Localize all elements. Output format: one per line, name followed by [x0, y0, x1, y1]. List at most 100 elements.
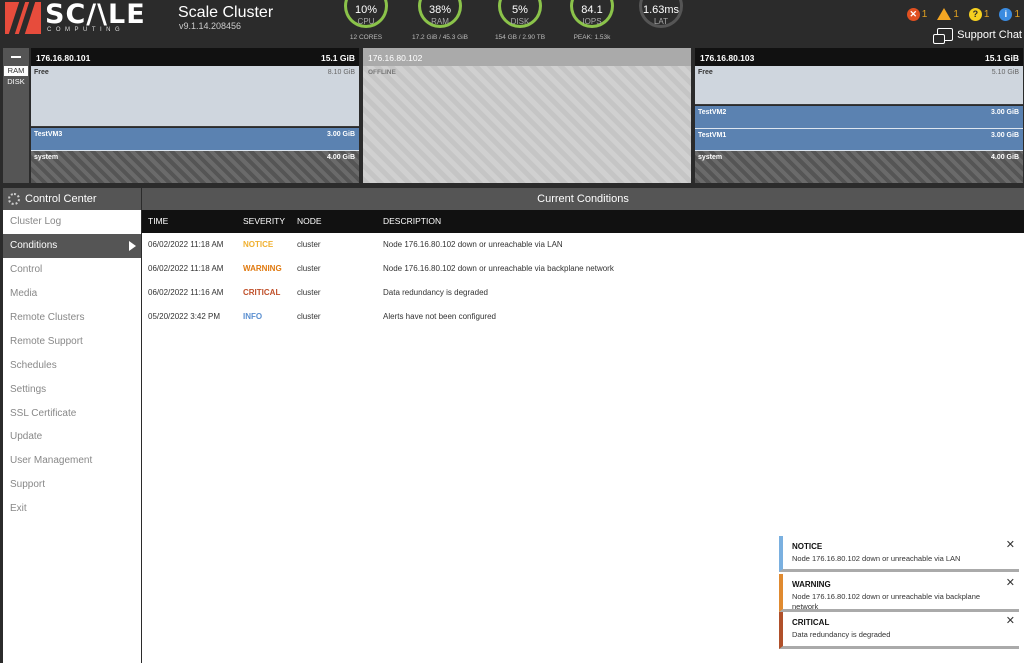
row-node: cluster — [297, 240, 321, 249]
node-panel-103[interactable]: 176.16.80.103 15.1 GiB Free 5.10 GiB Tes… — [695, 48, 1023, 183]
gauge-sub: 12 CORES — [349, 34, 383, 41]
toast-message: Node 176.16.80.102 down or unreachable v… — [792, 554, 961, 563]
warning-count: 1 — [953, 8, 959, 20]
node-header: 176.16.80.101 15.1 GiB — [31, 48, 359, 66]
node-ip: 176.16.80.101 — [36, 53, 91, 63]
offline-label: OFFLINE — [368, 69, 396, 76]
segment-name: system — [698, 154, 723, 161]
disk-toggle[interactable]: DISK — [4, 77, 28, 87]
info-icon: i — [999, 7, 1013, 21]
row-node: cluster — [297, 312, 321, 321]
gear-icon — [8, 193, 20, 205]
vm-segment[interactable]: TestVM2 3.00 GiB — [695, 106, 1023, 129]
column-header-severity[interactable]: SEVERITY — [243, 210, 285, 233]
sidebar-nav: Cluster Log Conditions Control Media Remote … — [3, 210, 141, 521]
table-row[interactable]: 06/02/2022 11:18 AM NOTICE cluster Node 176… — [142, 233, 1024, 257]
node-memory-map: Free 8.10 GiB TestVM3 3.00 GiB system 4.… — [31, 66, 359, 183]
collapse-icon[interactable] — [11, 56, 21, 58]
cluster-name: Scale Cluster — [178, 4, 274, 21]
node-panel-102[interactable]: 176.16.80.102 OFFLINE — [363, 48, 691, 183]
free-segment: Free 5.10 GiB — [695, 66, 1023, 105]
sidebar-item-conditions[interactable]: Conditions — [3, 233, 141, 258]
vm-segment[interactable]: TestVM3 3.00 GiB — [31, 128, 359, 151]
sidebar-item-settings[interactable]: Settings — [3, 377, 141, 401]
ram-gauge: 38% RAM 17.2 GiB / 45.3 GiB — [412, 0, 468, 46]
critical-x-icon: ✕ — [906, 7, 920, 21]
row-description: Alerts have not been configured — [383, 312, 496, 321]
sidebar-item-schedules[interactable]: Schedules — [3, 353, 141, 377]
table-header: TIME SEVERITY NODE DESCRIPTION — [142, 210, 1024, 233]
gauge-label: DISK — [510, 17, 530, 26]
info-alerts-button[interactable]: i 1 — [999, 6, 1020, 22]
toast-title: NOTICE — [792, 542, 823, 551]
sidebar-item-ssl-certificate[interactable]: SSL Certificate — [3, 401, 141, 425]
node-panel-101[interactable]: 176.16.80.101 15.1 GiB Free 8.10 GiB Tes… — [31, 48, 359, 183]
panel-title: Current Conditions — [142, 188, 1024, 210]
free-segment: Free 8.10 GiB — [31, 66, 359, 127]
support-chat-button[interactable]: Support Chat — [933, 28, 1022, 44]
toast-notice[interactable]: NOTICE Node 176.16.80.102 down or unreac… — [779, 536, 1019, 572]
latency-gauge: 1.63ms LAT — [634, 0, 688, 46]
segment-name: Free — [34, 69, 49, 76]
ram-toggle[interactable]: RAM — [4, 66, 28, 76]
segment-name: system — [34, 154, 59, 161]
warning-alerts-button[interactable]: 1 — [937, 6, 959, 22]
alert-counts: ✕ 1 1 ? 1 i 1 — [906, 6, 1020, 22]
gauge-value: 10% — [354, 4, 378, 16]
node-ip: 176.16.80.103 — [700, 53, 755, 63]
column-header-node[interactable]: NODE — [297, 210, 322, 233]
table-row[interactable]: 05/20/2022 3:42 PM INFO cluster Alerts have… — [142, 305, 1024, 329]
iops-gauge: 84.1 IOPS PEAK: 1.53k — [565, 0, 619, 46]
row-node: cluster — [297, 288, 321, 297]
row-time: 06/02/2022 11:18 AM — [148, 264, 224, 273]
question-count: 1 — [983, 8, 990, 20]
sidebar-item-exit[interactable]: Exit — [3, 497, 141, 521]
table-row[interactable]: 06/02/2022 11:18 AM WARNING cluster Node 17… — [142, 257, 1024, 281]
node-header: 176.16.80.102 — [363, 48, 691, 66]
row-severity: WARNING — [243, 264, 282, 273]
close-icon[interactable]: ✕ — [1006, 576, 1015, 589]
sidebar-title: Control Center — [25, 193, 97, 205]
node-header: 176.16.80.103 15.1 GiB — [695, 48, 1023, 66]
toast-critical[interactable]: CRITICAL Data redundancy is degraded ✕ — [779, 612, 1019, 649]
node-ip: 176.16.80.102 — [368, 53, 423, 63]
sidebar-item-cluster-log[interactable]: Cluster Log — [3, 210, 141, 234]
gauge-value: 38% — [428, 4, 452, 16]
gauge-value: 1.63ms — [642, 4, 680, 16]
node-memory: 15.1 GiB — [320, 53, 355, 63]
node-memory-map: Free 5.10 GiB TestVM2 3.00 GiB TestVM1 3… — [695, 66, 1023, 183]
sidebar-item-support[interactable]: Support — [3, 473, 141, 497]
segment-size: 4.00 GiB — [326, 154, 355, 161]
vm-segment[interactable]: TestVM1 3.00 GiB — [695, 129, 1023, 151]
close-icon[interactable]: ✕ — [1006, 538, 1015, 551]
toast-message: Node 176.16.80.102 down or unreachable v… — [792, 592, 981, 611]
row-severity: NOTICE — [243, 240, 274, 249]
top-bar: SC/\LE COMPUTING Scale Cluster v9.1.14.2… — [0, 0, 1024, 46]
toast-warning[interactable]: WARNING Node 176.16.80.102 down or unrea… — [779, 574, 1019, 612]
sidebar-item-user-management[interactable]: User Management — [3, 449, 141, 473]
column-header-time[interactable]: TIME — [148, 210, 168, 233]
disk-gauge: 5% DISK 154 GB / 2.90 TB — [493, 0, 547, 46]
sidebar-item-control[interactable]: Control — [3, 258, 141, 282]
sidebar-item-update[interactable]: Update — [3, 425, 141, 449]
system-segment: system 4.00 GiB — [31, 151, 359, 183]
system-segment: system 4.00 GiB — [695, 151, 1023, 183]
row-time: 06/02/2022 11:18 AM — [148, 240, 224, 249]
sidebar-item-media[interactable]: Media — [3, 282, 141, 306]
cluster-version: v9.1.14.208456 — [179, 21, 242, 31]
critical-alerts-button[interactable]: ✕ 1 — [906, 6, 927, 22]
question-alerts-button[interactable]: ? 1 — [968, 6, 990, 22]
segment-size: 3.00 GiB — [990, 109, 1019, 116]
logo-subtitle: COMPUTING — [47, 27, 125, 33]
row-description: Data redundancy is degraded — [383, 288, 488, 297]
logo-mark-icon — [5, 0, 41, 36]
column-header-description[interactable]: DESCRIPTION — [383, 210, 441, 233]
table-row[interactable]: 06/02/2022 11:16 AM CRITICAL cluster Data r… — [142, 281, 1024, 305]
toast-title: CRITICAL — [792, 618, 830, 627]
sidebar-item-remote-clusters[interactable]: Remote Clusters — [3, 306, 141, 330]
scale-logo: SC/\LE COMPUTING — [5, 0, 155, 36]
segment-name: Free — [698, 69, 713, 76]
close-icon[interactable]: ✕ — [1006, 614, 1015, 627]
toast-title: WARNING — [792, 580, 831, 589]
sidebar-item-remote-support[interactable]: Remote Support — [3, 329, 141, 353]
